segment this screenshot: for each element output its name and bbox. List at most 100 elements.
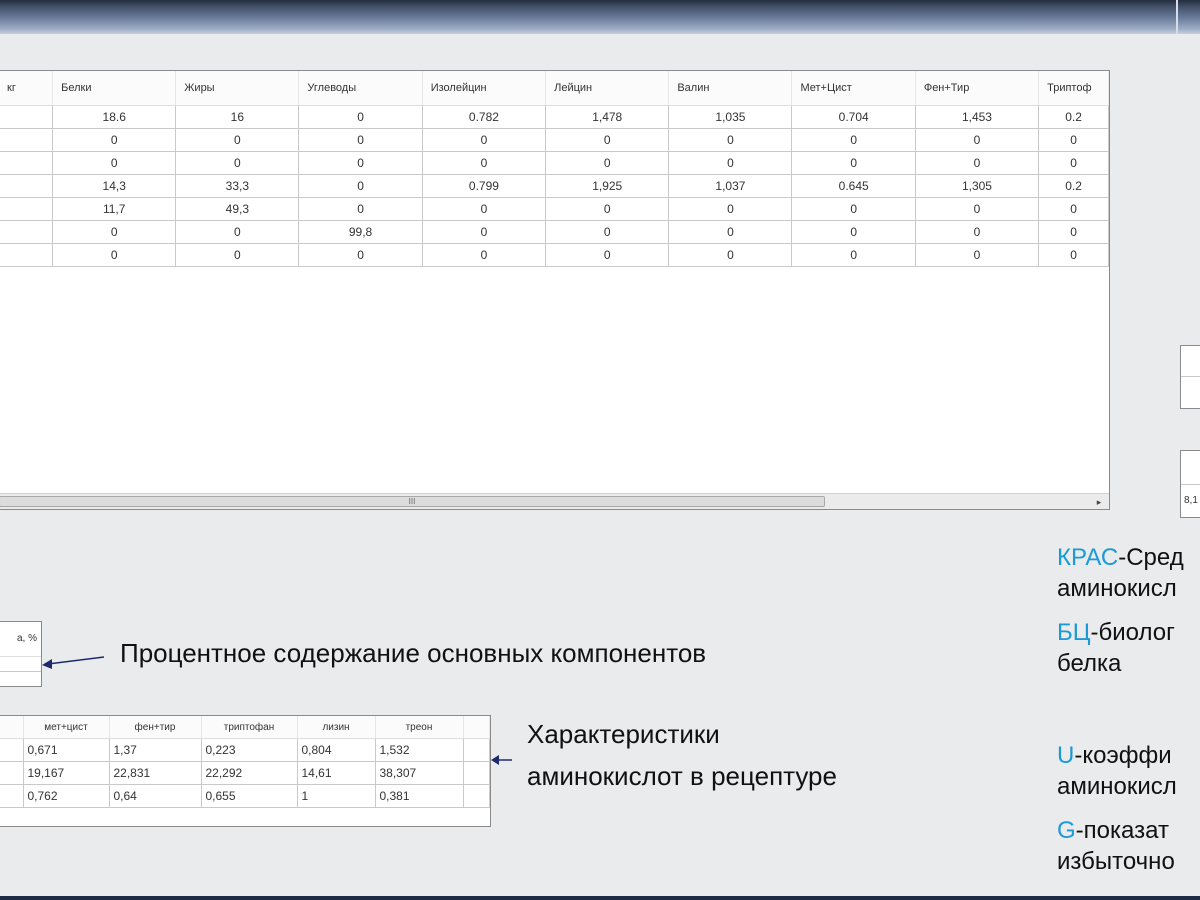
table-cell[interactable]: 49,3 bbox=[175, 197, 300, 221]
table-cell[interactable]: 22,292 bbox=[201, 761, 298, 785]
table-cell[interactable]: 0 bbox=[52, 220, 177, 244]
amino-acid-grid[interactable]: мет+цист фен+тир триптофан лизин треон 0… bbox=[0, 715, 491, 827]
column-header[interactable]: треон bbox=[375, 716, 464, 739]
table-cell[interactable]: 1,532 bbox=[375, 738, 464, 762]
table-cell[interactable] bbox=[0, 761, 24, 785]
table-cell[interactable]: 0 bbox=[1038, 243, 1109, 267]
table-cell[interactable]: 0 bbox=[175, 220, 300, 244]
table-cell[interactable]: 0 bbox=[668, 151, 793, 175]
column-header[interactable]: Лейцин bbox=[545, 71, 670, 106]
table-cell[interactable]: 0.799 bbox=[422, 174, 547, 198]
table-cell[interactable] bbox=[0, 105, 54, 129]
table-cell[interactable]: 0 bbox=[52, 128, 177, 152]
table-cell[interactable] bbox=[0, 128, 54, 152]
horizontal-scrollbar[interactable]: III ▸ bbox=[0, 493, 1109, 509]
table-cell[interactable] bbox=[0, 243, 54, 267]
column-header[interactable]: кг bbox=[0, 71, 54, 106]
table-cell[interactable]: 0,655 bbox=[201, 784, 298, 808]
table-cell[interactable]: 0.645 bbox=[791, 174, 916, 198]
percent-content-grid[interactable]: а, % bbox=[0, 621, 42, 687]
table-cell[interactable]: 0 bbox=[545, 151, 670, 175]
table-cell[interactable]: 0.782 bbox=[422, 105, 547, 129]
table-cell[interactable]: 1,925 bbox=[545, 174, 670, 198]
table-cell[interactable]: 0 bbox=[422, 243, 547, 267]
table-cell[interactable]: 1,37 bbox=[109, 738, 202, 762]
table-cell[interactable]: 0 bbox=[1038, 128, 1109, 152]
table-cell[interactable]: 0 bbox=[668, 128, 793, 152]
table-cell[interactable] bbox=[0, 738, 24, 762]
table-cell[interactable] bbox=[0, 197, 54, 221]
table-cell[interactable]: 0 bbox=[791, 128, 916, 152]
column-header[interactable]: Триптоф bbox=[1038, 71, 1109, 106]
right-lower-box[interactable]: 8,1 bbox=[1180, 450, 1200, 518]
table-cell[interactable]: 0 bbox=[298, 243, 423, 267]
column-header[interactable]: Фен+Тир bbox=[915, 71, 1040, 106]
table-cell[interactable]: 0 bbox=[175, 243, 300, 267]
table-cell[interactable]: 0 bbox=[422, 151, 547, 175]
scroll-right-arrow-icon[interactable]: ▸ bbox=[1091, 494, 1107, 509]
table-cell[interactable]: 1 bbox=[297, 784, 376, 808]
table-row[interactable]: 0 0 0 0 0 0 0 0 0 bbox=[0, 128, 1109, 152]
table-cell[interactable]: 0.2 bbox=[1038, 105, 1109, 129]
table-cell[interactable]: 0 bbox=[545, 128, 670, 152]
table-cell[interactable]: 0 bbox=[175, 128, 300, 152]
table-row[interactable]: 0 0 0 0 0 0 0 0 0 bbox=[0, 243, 1109, 267]
table-cell[interactable]: 0 bbox=[791, 243, 916, 267]
table-cell[interactable]: 0 bbox=[422, 128, 547, 152]
table-row[interactable] bbox=[0, 657, 41, 672]
table-cell[interactable]: 0,64 bbox=[109, 784, 202, 808]
table-cell[interactable] bbox=[0, 151, 54, 175]
table-cell[interactable]: 0 bbox=[668, 243, 793, 267]
column-header[interactable]: Углеводы bbox=[298, 71, 423, 106]
table-cell[interactable]: 0 bbox=[915, 197, 1040, 221]
table-cell[interactable]: 0,223 bbox=[201, 738, 298, 762]
table-cell[interactable]: 0 bbox=[1038, 197, 1109, 221]
table-cell[interactable]: 0,762 bbox=[23, 784, 110, 808]
table-cell[interactable]: 0,804 bbox=[297, 738, 376, 762]
table-cell[interactable]: 0 bbox=[175, 151, 300, 175]
table-cell[interactable]: 0,381 bbox=[375, 784, 464, 808]
table-cell[interactable]: 0.704 bbox=[791, 105, 916, 129]
table-cell[interactable]: 0 bbox=[52, 151, 177, 175]
table-row[interactable]: 0 0 99,8 0 0 0 0 0 0 bbox=[0, 220, 1109, 244]
table-cell[interactable] bbox=[0, 174, 54, 198]
table-cell[interactable]: 0 bbox=[791, 151, 916, 175]
table-cell[interactable]: 99,8 bbox=[298, 220, 423, 244]
table-cell[interactable]: 0 bbox=[545, 243, 670, 267]
table-cell[interactable]: 33,3 bbox=[175, 174, 300, 198]
column-header[interactable]: Валин bbox=[668, 71, 793, 106]
column-header[interactable]: Изолейцин bbox=[422, 71, 547, 106]
table-row[interactable]: 14,3 33,3 0 0.799 1,925 1,037 0.645 1,30… bbox=[0, 174, 1109, 198]
table-cell[interactable]: 0 bbox=[1038, 151, 1109, 175]
nutrient-data-grid[interactable]: кг Белки Жиры Углеводы Изолейцин Лейцин … bbox=[0, 70, 1110, 510]
table-row[interactable]: 0,762 0,64 0,655 1 0,381 bbox=[0, 784, 490, 808]
table-cell[interactable]: 16 bbox=[175, 105, 300, 129]
table-cell[interactable]: 1,035 bbox=[668, 105, 793, 129]
table-row[interactable]: 0,671 1,37 0,223 0,804 1,532 bbox=[0, 738, 490, 762]
table-cell[interactable]: 0 bbox=[545, 197, 670, 221]
table-row[interactable]: 19,167 22,831 22,292 14,61 38,307 bbox=[0, 761, 490, 785]
table-row[interactable]: 11,7 49,3 0 0 0 0 0 0 0 bbox=[0, 197, 1109, 221]
table-cell[interactable]: 0 bbox=[422, 197, 547, 221]
table-cell[interactable] bbox=[0, 220, 54, 244]
table-cell[interactable]: 0 bbox=[791, 220, 916, 244]
table-cell[interactable]: 18.6 bbox=[52, 105, 177, 129]
table-cell[interactable]: 1,453 bbox=[915, 105, 1040, 129]
scrollbar-thumb[interactable]: III bbox=[0, 496, 825, 507]
table-cell[interactable]: 11,7 bbox=[52, 197, 177, 221]
table-cell[interactable]: 0 bbox=[298, 151, 423, 175]
right-upper-box[interactable] bbox=[1180, 345, 1200, 409]
table-cell[interactable]: 0 bbox=[298, 105, 423, 129]
table-cell[interactable]: 0 bbox=[791, 197, 916, 221]
table-cell[interactable]: 0 bbox=[915, 151, 1040, 175]
column-header[interactable]: Жиры bbox=[175, 71, 300, 106]
column-header[interactable]: мет+цист bbox=[23, 716, 110, 739]
table-cell[interactable] bbox=[0, 784, 24, 808]
table-cell[interactable]: 0 bbox=[298, 128, 423, 152]
table-cell[interactable]: 0 bbox=[52, 243, 177, 267]
column-header[interactable]: Мет+Цист bbox=[791, 71, 916, 106]
table-cell[interactable]: 0 bbox=[915, 220, 1040, 244]
table-cell[interactable]: 0 bbox=[422, 220, 547, 244]
table-cell[interactable]: 0 bbox=[1038, 220, 1109, 244]
table-cell[interactable]: 0 bbox=[298, 197, 423, 221]
